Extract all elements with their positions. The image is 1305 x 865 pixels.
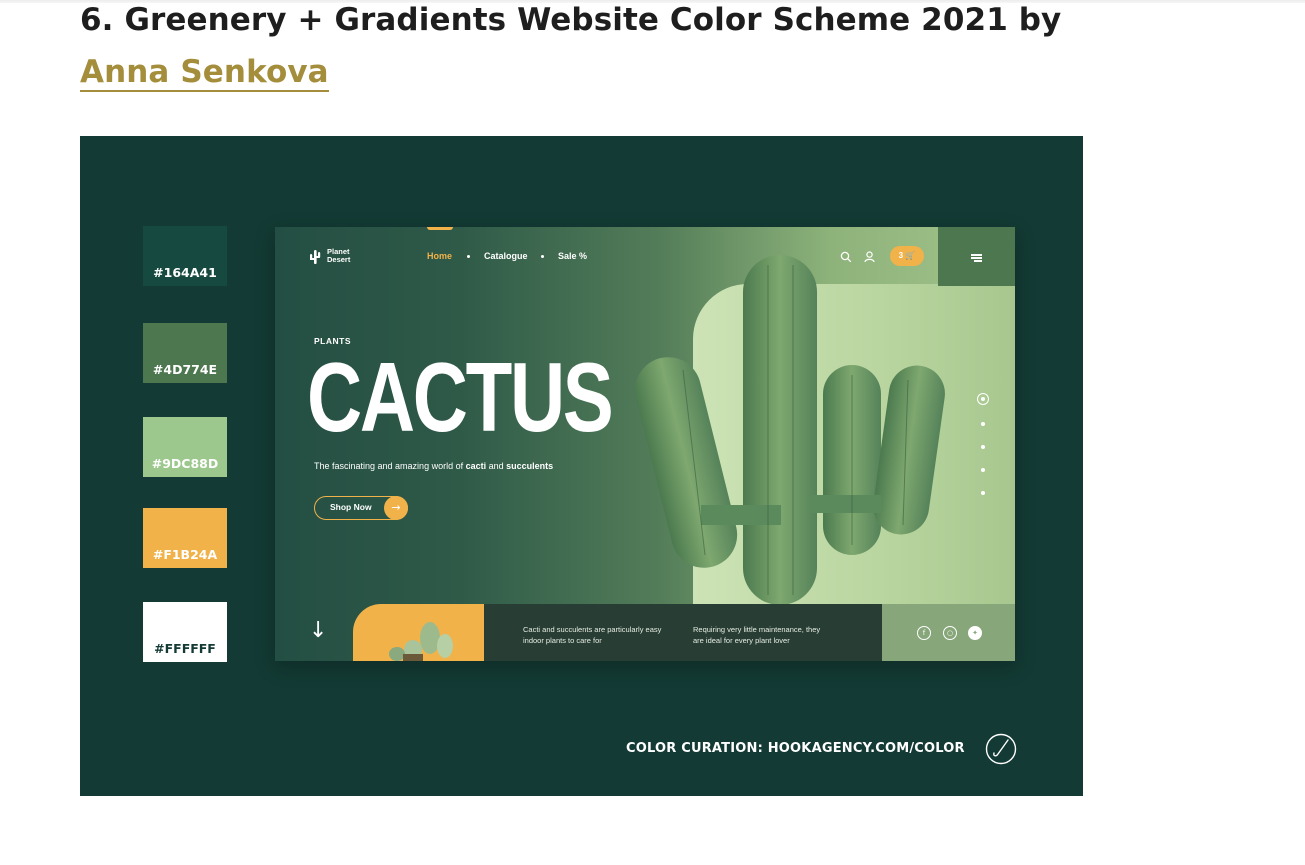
swatch-f1b24a: #F1B24A bbox=[143, 508, 227, 568]
swatch-label: #4D774E bbox=[152, 362, 218, 377]
swatch-label: #F1B24A bbox=[152, 547, 218, 562]
nav-home[interactable]: Home bbox=[427, 251, 452, 261]
menu-icon-line bbox=[971, 257, 982, 259]
shop-now-button[interactable]: Shop Now → bbox=[314, 495, 408, 520]
color-curation-credit: COLOR CURATION: HOOKAGENCY.COM/COLOR bbox=[626, 741, 965, 756]
swatch-164a41: #164A41 bbox=[143, 226, 227, 286]
bottom-info-strip: ↓ Cacti and succulents are particularly … bbox=[275, 604, 1015, 661]
swatch-9dc88d: #9DC88D bbox=[143, 417, 227, 477]
cactus-photo bbox=[635, 255, 945, 605]
slide-indicator[interactable] bbox=[981, 468, 985, 472]
shop-now-label: Shop Now bbox=[330, 502, 372, 512]
strip-text-2: Requiring very little maintenance, they … bbox=[693, 625, 821, 645]
swatch-label: #FFFFFF bbox=[154, 641, 216, 656]
twitter-icon[interactable]: ✦ bbox=[968, 626, 982, 640]
menu-icon bbox=[971, 254, 982, 256]
hero-title: CACTUS bbox=[307, 342, 614, 452]
hero-tagline: The fascinating and amazing world of cac… bbox=[314, 461, 553, 471]
nav-separator bbox=[467, 255, 470, 258]
accent-tab bbox=[427, 227, 453, 230]
swatch-label: #9DC88D bbox=[151, 456, 219, 471]
swatch-label: #164A41 bbox=[153, 265, 217, 280]
logo-text: Planet Desert bbox=[327, 247, 351, 264]
arrow-down-icon[interactable]: ↓ bbox=[309, 618, 327, 644]
hook-agency-logo-icon bbox=[985, 733, 1017, 765]
tagline-text: The fascinating and amazing world of bbox=[314, 461, 466, 471]
swatch-4d774e: #4D774E bbox=[143, 323, 227, 383]
facebook-icon[interactable]: f bbox=[917, 626, 931, 640]
arrow-right-icon: → bbox=[384, 495, 408, 520]
cactus-logo-icon bbox=[310, 250, 321, 264]
nav-catalogue[interactable]: Catalogue bbox=[484, 251, 528, 261]
tagline-cacti: cacti bbox=[465, 461, 487, 471]
succulent-card bbox=[353, 604, 484, 661]
author-link[interactable]: Anna Senkova bbox=[80, 54, 329, 92]
nav-separator bbox=[541, 255, 544, 258]
heading-text: 6. Greenery + Gradients Website Color Sc… bbox=[80, 2, 1062, 38]
slide-indicator-active[interactable] bbox=[977, 393, 989, 405]
color-scheme-image: #164A41 #4D774E #9DC88D #F1B24A #FFFFFF … bbox=[80, 136, 1083, 796]
instagram-icon[interactable]: ○ bbox=[943, 626, 957, 640]
succulent-photo bbox=[389, 622, 453, 661]
slide-indicator[interactable] bbox=[981, 445, 985, 449]
slide-indicator[interactable] bbox=[981, 491, 985, 495]
website-mockup: Planet Desert Home Catalogue Sale % 3 🛒 bbox=[275, 227, 1015, 661]
tagline-succulents: succulents bbox=[506, 461, 554, 471]
menu-icon-line bbox=[974, 260, 982, 262]
slide-indicator[interactable] bbox=[981, 422, 985, 426]
nav-sale[interactable]: Sale % bbox=[558, 251, 587, 261]
swatch-ffffff: #FFFFFF bbox=[143, 602, 227, 662]
article-heading: 6. Greenery + Gradients Website Color Sc… bbox=[80, 0, 1090, 98]
strip-text-1: Cacti and succulents are particularly ea… bbox=[523, 625, 662, 645]
tagline-and: and bbox=[486, 461, 507, 471]
